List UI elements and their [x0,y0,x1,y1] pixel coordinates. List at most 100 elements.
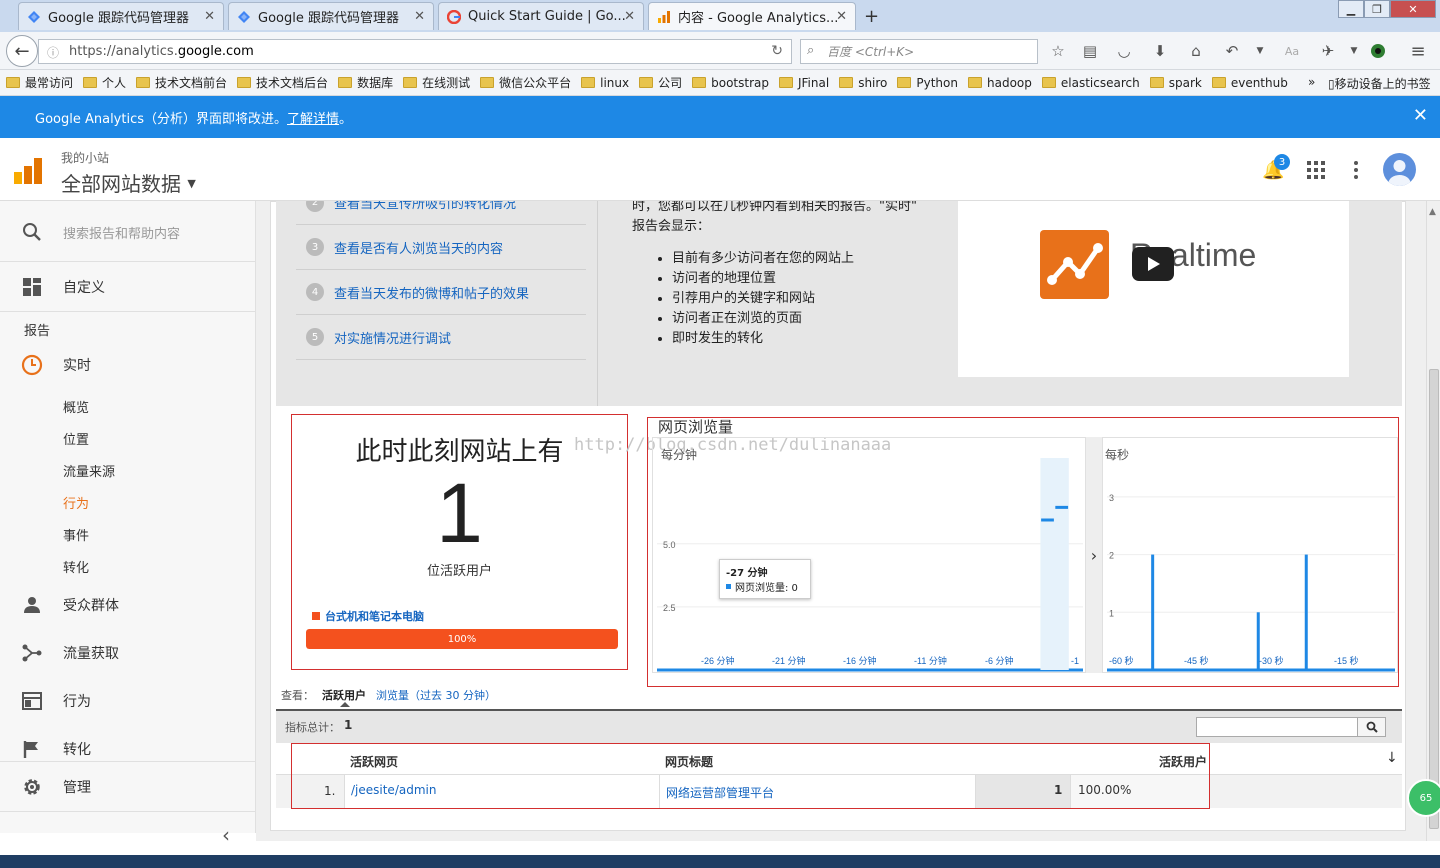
bookmark-item[interactable]: elasticsearch [1041,76,1140,90]
close-icon[interactable]: ✕ [836,9,847,24]
video-player[interactable]: Realtime [958,201,1349,377]
tab-active-users[interactable]: 活跃用户 [322,687,366,703]
sidebar-item-admin[interactable]: 管理 [0,769,256,805]
property-selector[interactable]: 全部网站数据 ▼ [61,168,196,197]
addon-icon[interactable] [1368,41,1388,61]
new-tab-button[interactable]: + [864,6,879,27]
sidebar-subitem-locations[interactable]: 位置 [63,429,89,448]
sidebar-item-label: 管理 [63,780,91,796]
bookmark-item[interactable]: 技术文档后台 [237,74,328,91]
close-icon[interactable]: ✕ [624,9,635,24]
extension-icon[interactable]: ✈ [1318,41,1338,61]
sidebar-subitem-traffic-sources[interactable]: 流量来源 [63,461,115,480]
guide-item[interactable]: 4 查看当天发布的微博和帖子的效果 [296,270,586,315]
per-second-chart-svg: 1 2 3 -60 秒 -45 秒 -30 秒 -15 秒 [1107,493,1395,672]
window-close-button[interactable]: ✕ [1390,0,1436,18]
minimize-button[interactable]: ▁ [1338,0,1364,18]
per-minute-label: 每分钟 [661,448,698,462]
reading-list-icon[interactable]: ▤ [1080,41,1100,61]
guide-item[interactable]: 5 对实施情况进行调试 [296,315,586,360]
chevron-down-icon[interactable]: ▼ [1344,41,1364,61]
bookmarks-more-button[interactable]: » [1308,75,1315,89]
guide-link[interactable]: 查看当天宣传所吸引的转化情况 [334,201,516,212]
maximize-button[interactable]: ❐ [1364,0,1390,18]
browser-tab-bar: Google 跟踪代码管理器 ✕ Google 跟踪代码管理器 ✕ Quick … [0,0,1440,32]
guide-item[interactable]: 2 查看当天宣传所吸引的转化情况 [296,201,586,225]
tooltip-swatch [726,584,731,589]
sidebar-subitem-conversions[interactable]: 转化 [63,557,89,576]
browser-tab[interactable]: Google 跟踪代码管理器 ✕ [18,2,224,30]
bookmark-item[interactable]: 个人 [83,74,126,91]
download-icon[interactable]: ⬇ [1150,41,1170,61]
tab-pageviews-30min[interactable]: 浏览量（过去 30 分钟） [376,687,496,703]
sidebar-item-customize[interactable]: 自定义 [0,269,256,305]
back-button[interactable]: ← [6,35,38,67]
sidebar-item-behavior[interactable]: 行为 [0,683,256,719]
floating-badge[interactable]: 65 [1407,779,1440,817]
chevron-down-icon[interactable]: ▼ [1250,41,1270,61]
sidebar-item-realtime[interactable]: 实时 [0,347,256,383]
mobile-bookmarks-link[interactable]: ▯移动设备上的书签 [1328,75,1431,92]
guide-link[interactable]: 查看当天发布的微博和帖子的效果 [334,283,529,302]
reload-icon[interactable]: ↻ [771,43,783,59]
translate-icon[interactable]: Aa [1282,41,1302,61]
sidebar-item-acquisition[interactable]: 流量获取 [0,635,256,671]
bookmark-item[interactable]: 公司 [639,74,682,91]
bookmark-item[interactable]: bootstrap [692,76,769,90]
star-icon[interactable]: ☆ [1048,41,1068,61]
bar[interactable] [1041,518,1054,522]
address-bar[interactable]: ⓘ https://analytics. google.com ↻ [38,39,792,64]
sidebar-item-audience[interactable]: 受众群体 [0,587,256,623]
avatar[interactable] [1383,153,1416,186]
bookmark-item[interactable]: 在线测试 [403,74,470,91]
more-vert-icon[interactable] [1353,161,1359,182]
expand-chart-button[interactable]: › [1086,437,1102,673]
banner-learn-more-link[interactable]: 了解详情 [287,108,339,127]
guide-item[interactable]: 3 查看是否有人浏览当天的内容 [296,225,586,270]
folder-icon [692,77,707,88]
close-icon[interactable]: ✕ [1413,105,1428,126]
bar[interactable] [1304,554,1308,670]
bookmark-item[interactable]: 数据库 [338,74,393,91]
scroll-up-icon[interactable]: ▲ [1429,207,1436,217]
bookmark-item[interactable]: JFinal [778,76,829,90]
sidebar-subitem-overview[interactable]: 概览 [63,397,89,416]
bookmark-item[interactable]: 微信公众平台 [480,74,571,91]
sidebar-subitem-events[interactable]: 事件 [63,525,89,544]
bookmark-item[interactable]: Python [897,76,958,90]
search-bar[interactable]: ⌕ 百度 <Ctrl+K> [800,39,1038,64]
guide-step-number: 5 [306,328,324,346]
collapse-sidebar-button[interactable]: ‹ [222,823,230,847]
folder-icon [338,77,353,88]
bookmark-item[interactable]: shiro [839,76,887,90]
undo-icon[interactable]: ↶ [1222,41,1242,61]
home-icon[interactable]: ⌂ [1186,41,1206,61]
guide-link[interactable]: 对实施情况进行调试 [334,328,451,347]
page-scrollbar[interactable]: ▲ 65 [1407,201,1440,841]
guide-link[interactable]: 查看是否有人浏览当天的内容 [334,238,503,257]
bar[interactable] [1151,554,1155,670]
browser-tab[interactable]: Quick Start Guide | Go... ✕ [438,2,644,30]
menu-icon[interactable]: ≡ [1408,41,1428,62]
bookmark-item[interactable]: spark [1149,76,1202,90]
browser-tab[interactable]: Google 跟踪代码管理器 ✕ [228,2,434,30]
pocket-icon[interactable]: ◡ [1114,41,1134,61]
apps-grid-icon[interactable] [1307,161,1325,182]
sidebar-subitem-behavior-active[interactable]: 行为 [63,493,89,512]
sort-arrow-down-icon[interactable]: ↓ [1386,750,1398,766]
bookmark-item[interactable]: 最常访问 [6,74,73,91]
bookmark-item[interactable]: 技术文档前台 [136,74,227,91]
browser-tab-active[interactable]: 内容 - Google Analytics... ✕ [648,2,856,30]
scrollbar-thumb[interactable] [1429,369,1439,829]
bookmark-item[interactable]: hadoop [968,76,1032,90]
search-icon[interactable] [1357,718,1385,736]
table-filter-input[interactable] [1196,717,1386,737]
close-icon[interactable]: ✕ [414,9,425,24]
notifications-button[interactable]: 🔔 3 [1262,154,1290,181]
bar[interactable] [1055,505,1069,509]
close-icon[interactable]: ✕ [204,9,215,24]
sidebar-search[interactable]: 搜索报告和帮助内容 [0,213,256,251]
play-icon[interactable] [1132,247,1174,281]
bookmark-item[interactable]: eventhub [1211,76,1288,90]
bookmark-item[interactable]: linux [581,76,629,90]
